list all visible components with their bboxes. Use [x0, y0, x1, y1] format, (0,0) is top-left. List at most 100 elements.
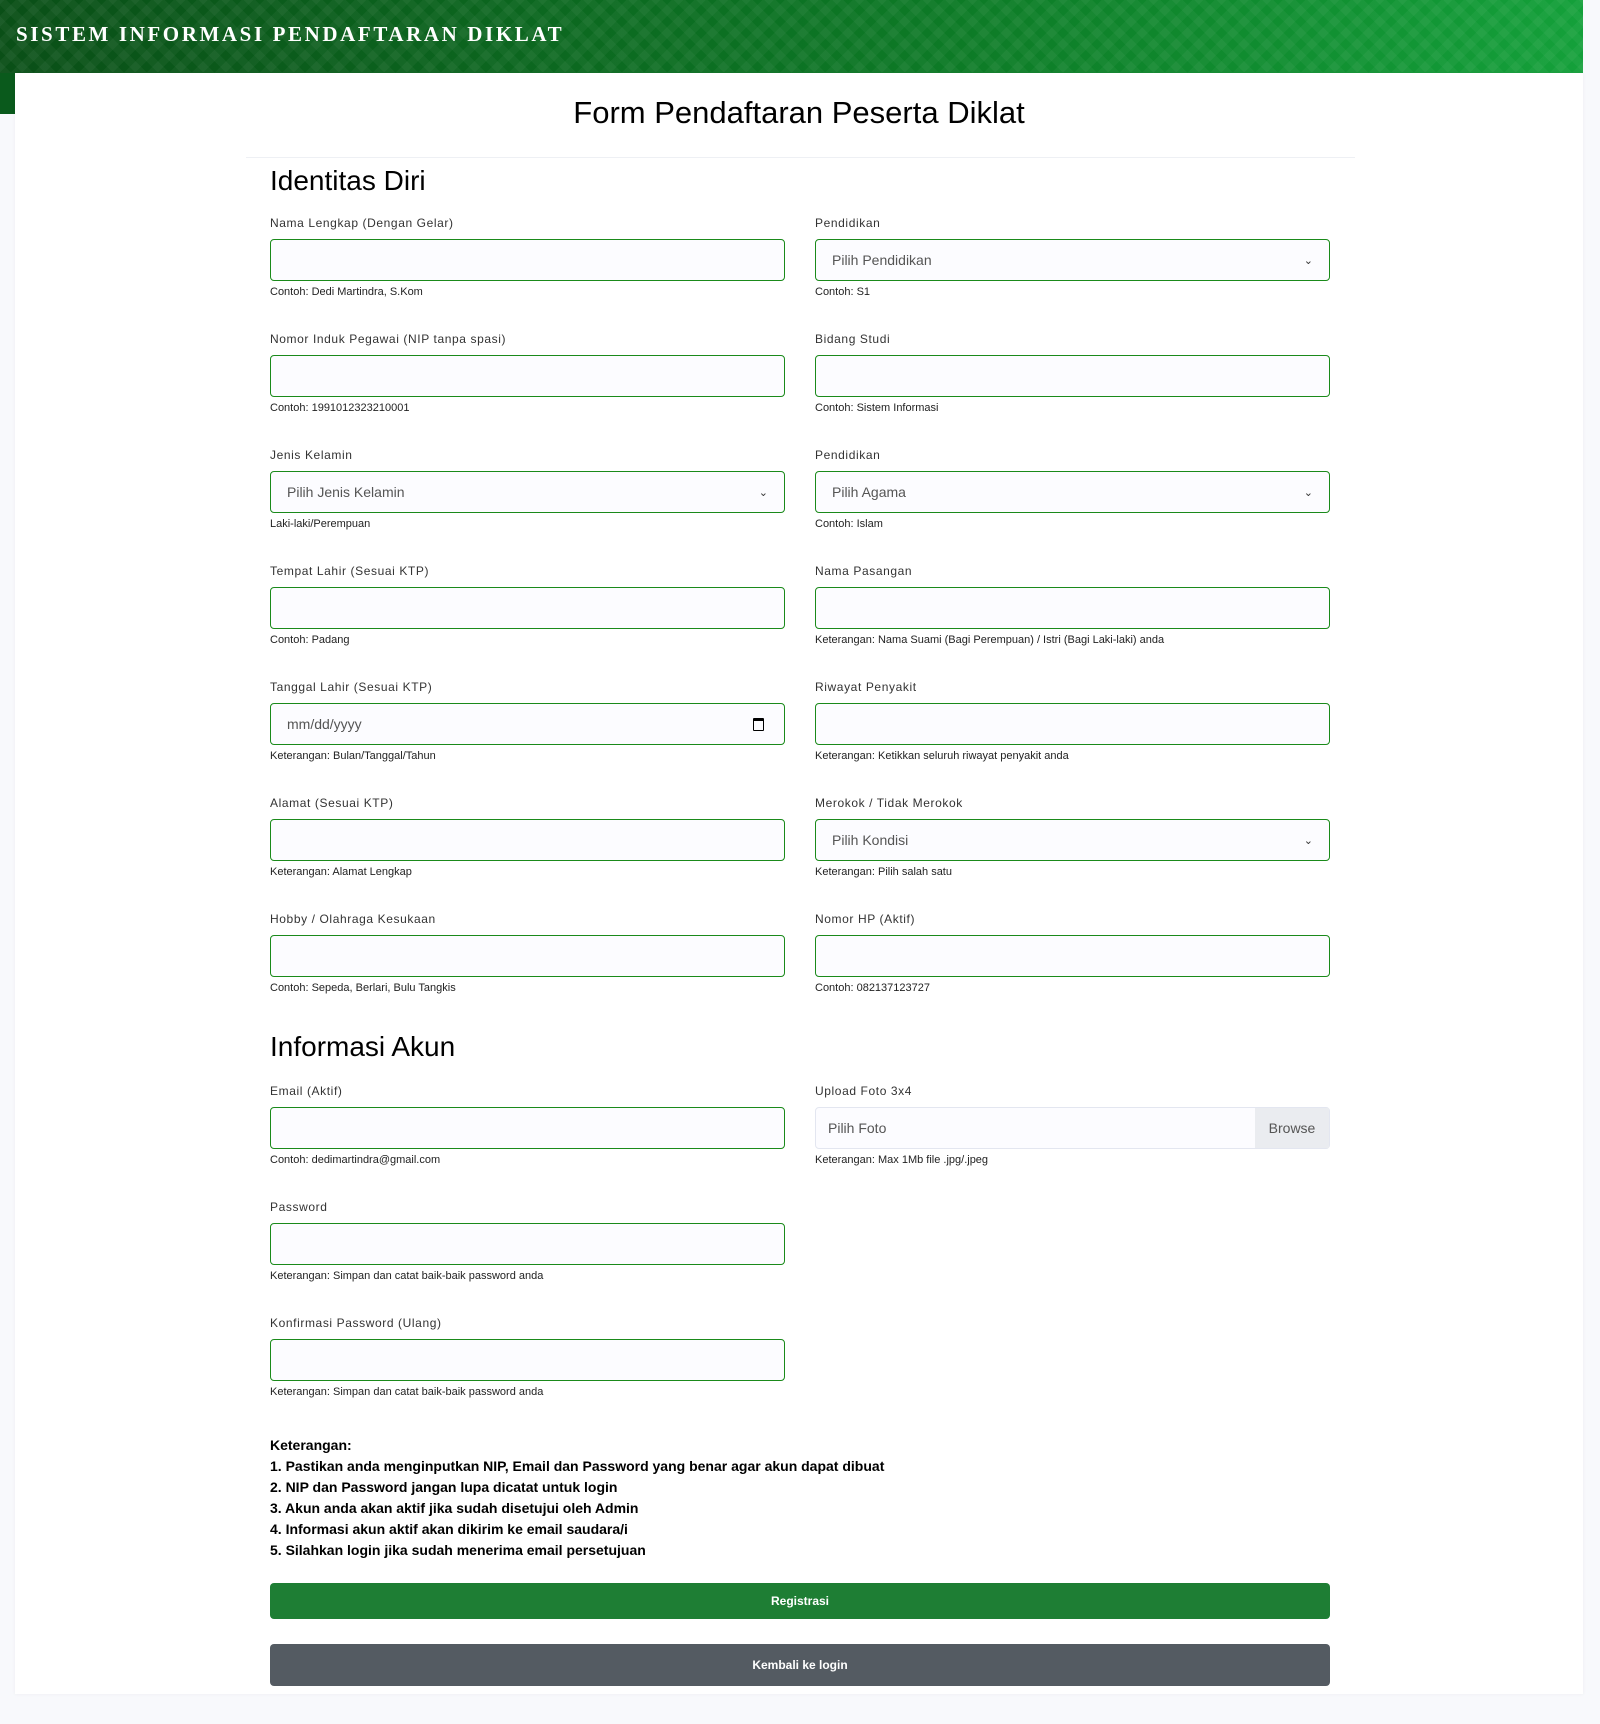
- text-input[interactable]: [270, 935, 785, 977]
- form-field-group: Pendidikan Pilih Pendidikan ⌄ Contoh: S1: [815, 215, 1330, 331]
- app-header: SISTEM INFORMASI PENDAFTARAN DIKLAT: [0, 0, 1583, 73]
- field-help: Contoh: Islam: [815, 518, 883, 530]
- upload-help: Keterangan: Max 1Mb file .jpg/.jpeg: [815, 1154, 989, 1166]
- field-label: Tempat Lahir (Sesuai KTP): [270, 564, 430, 578]
- text-input[interactable]: [815, 935, 1330, 977]
- notes-item: 1. Pastikan anda menginputkan NIP, Email…: [270, 1458, 885, 1474]
- field-label: Jenis Kelamin: [270, 448, 353, 462]
- confirm-password-help: Keterangan: Simpan dan catat baik-baik p…: [270, 1386, 544, 1398]
- notes-item: 3. Akun anda akan aktif jika sudah diset…: [270, 1500, 639, 1516]
- field-help: Keterangan: Ketikkan seluruh riwayat pen…: [815, 750, 1069, 762]
- field-help: Contoh: Sepeda, Berlari, Bulu Tangkis: [270, 982, 456, 994]
- field-label: Merokok / Tidak Merokok: [815, 796, 963, 810]
- select-placeholder: Pilih Kondisi: [832, 832, 909, 848]
- form-field-group: Jenis Kelamin Pilih Jenis Kelamin ⌄ Laki-la…: [270, 447, 785, 563]
- upload-field-group: Upload Foto 3x4 Pilih Foto Browse Ketera…: [815, 1083, 1330, 1199]
- form-field-group: Tempat Lahir (Sesuai KTP) Contoh: Padang: [270, 563, 785, 679]
- form-field-group: Bidang Studi Contoh: Sistem Informasi: [815, 331, 1330, 447]
- text-input[interactable]: [815, 355, 1330, 397]
- form-field-group: Hobby / Olahraga Kesukaan Contoh: Sepeda,…: [270, 911, 785, 1027]
- notes-title: Keterangan:: [270, 1437, 352, 1453]
- text-input[interactable]: [270, 819, 785, 861]
- date-placeholder: mm/dd/yyyy: [287, 716, 362, 732]
- field-help: Keterangan: Nama Suami (Bagi Perempuan) …: [815, 634, 1165, 646]
- confirm-password-label: Konfirmasi Password (Ulang): [270, 1316, 442, 1330]
- password-label: Password: [270, 1200, 328, 1214]
- field-help: Keterangan: Bulan/Tanggal/Tahun: [270, 750, 436, 762]
- field-help: Contoh: Sistem Informasi: [815, 402, 939, 414]
- notes-item: 5. Silahkan login jika sudah menerima em…: [270, 1542, 646, 1558]
- select-input[interactable]: Pilih Jenis Kelamin ⌄: [270, 471, 785, 513]
- form-field-group: Tanggal Lahir (Sesuai KTP) mm/dd/yyyy Kete…: [270, 679, 785, 795]
- field-label: Nomor HP (Aktif): [815, 912, 916, 926]
- select-input[interactable]: Pilih Kondisi ⌄: [815, 819, 1330, 861]
- register-button[interactable]: Registrasi: [270, 1583, 1330, 1619]
- form-field-group: Alamat (Sesuai KTP) Keterangan: Alamat Le…: [270, 795, 785, 911]
- identitas-grid: Nama Lengkap (Dengan Gelar) Contoh: Dedi …: [270, 215, 1330, 1027]
- field-help: Contoh: 082137123727: [815, 982, 930, 994]
- password-input[interactable]: [270, 1223, 785, 1265]
- form-field-group: Riwayat Penyakit Keterangan: Ketikkan sel…: [815, 679, 1330, 795]
- chevron-down-icon: ⌄: [758, 486, 768, 499]
- chevron-down-icon: ⌄: [1303, 254, 1313, 267]
- field-help: Keterangan: Alamat Lengkap: [270, 866, 412, 878]
- text-input[interactable]: [270, 239, 785, 281]
- calendar-icon[interactable]: [753, 717, 764, 731]
- notes-item: 4. Informasi akun aktif akan dikirim ke …: [270, 1521, 628, 1537]
- field-label: Nama Lengkap (Dengan Gelar): [270, 216, 454, 230]
- divider: [246, 157, 1355, 158]
- field-label: Hobby / Olahraga Kesukaan: [270, 912, 436, 926]
- form-field-group: Pendidikan Pilih Agama ⌄ Contoh: Islam: [815, 447, 1330, 563]
- field-label: Riwayat Penyakit: [815, 680, 917, 694]
- chevron-down-icon: ⌄: [1303, 486, 1313, 499]
- registration-card: Form Pendaftaran Peserta Diklat Identita…: [15, 73, 1583, 1694]
- confirm-password-input[interactable]: [270, 1339, 785, 1381]
- page-title: Form Pendaftaran Peserta Diklat: [573, 95, 1025, 130]
- field-label: Nama Pasangan: [815, 564, 913, 578]
- form-column: Identitas Diri Nama Lengkap (Dengan Gela…: [270, 160, 1330, 1686]
- password-help: Keterangan: Simpan dan catat baik-baik p…: [270, 1270, 544, 1282]
- section-akun-title: Informasi Akun: [270, 1031, 456, 1062]
- select-input[interactable]: Pilih Pendidikan ⌄: [815, 239, 1330, 281]
- field-help: Keterangan: Pilih salah satu: [815, 866, 952, 878]
- select-placeholder: Pilih Pendidikan: [832, 252, 932, 268]
- browse-button[interactable]: Browse: [1255, 1108, 1329, 1148]
- section-identitas-title: Identitas Diri: [270, 165, 426, 196]
- form-field-group: Nomor Induk Pegawai (NIP tanpa spasi) Con…: [270, 331, 785, 447]
- text-input[interactable]: [815, 587, 1330, 629]
- app-title: SISTEM INFORMASI PENDAFTARAN DIKLAT: [16, 22, 565, 46]
- form-field-group: Nama Lengkap (Dengan Gelar) Contoh: Dedi …: [270, 215, 785, 331]
- password-field-group: Password Keterangan: Simpan dan catat ba…: [270, 1199, 785, 1315]
- field-help: Contoh: Padang: [270, 634, 350, 646]
- header-strip: [0, 73, 15, 114]
- form-field-group: Nama Pasangan Keterangan: Nama Suami (Bag…: [815, 563, 1330, 679]
- upload-placeholder: Pilih Foto: [828, 1120, 887, 1136]
- date-input[interactable]: mm/dd/yyyy: [270, 703, 785, 745]
- field-label: Pendidikan: [815, 448, 881, 462]
- notes: Keterangan: 1. Pastikan anda menginputka…: [270, 1435, 1330, 1561]
- field-label: Bidang Studi: [815, 332, 891, 346]
- notes-item: 2. NIP dan Password jangan lupa dicatat …: [270, 1479, 618, 1495]
- field-label: Tanggal Lahir (Sesuai KTP): [270, 680, 433, 694]
- form-field-group: Nomor HP (Aktif) Contoh: 082137123727: [815, 911, 1330, 1027]
- email-input[interactable]: [270, 1107, 785, 1149]
- field-label: Alamat (Sesuai KTP): [270, 796, 394, 810]
- text-input[interactable]: [270, 587, 785, 629]
- text-input[interactable]: [815, 703, 1330, 745]
- field-help: Laki-laki/Perempuan: [270, 518, 371, 530]
- select-input[interactable]: Pilih Agama ⌄: [815, 471, 1330, 513]
- field-help: Contoh: S1: [815, 286, 871, 298]
- field-label: Pendidikan: [815, 216, 881, 230]
- email-label: Email (Aktif): [270, 1084, 343, 1098]
- form-field-group: Merokok / Tidak Merokok Pilih Kondisi ⌄ Ket…: [815, 795, 1330, 911]
- select-placeholder: Pilih Agama: [832, 484, 906, 500]
- select-placeholder: Pilih Jenis Kelamin: [287, 484, 405, 500]
- text-input[interactable]: [270, 355, 785, 397]
- confirm-password-field-group: Konfirmasi Password (Ulang) Keterangan: …: [270, 1315, 785, 1431]
- upload-label: Upload Foto 3x4: [815, 1084, 913, 1098]
- back-to-login-button[interactable]: Kembali ke login: [270, 1644, 1330, 1686]
- email-help: Contoh: dedimartindra@gmail.com: [270, 1154, 441, 1166]
- akun-grid: Email (Aktif) Contoh: dedimartindra@gmai…: [270, 1083, 1330, 1431]
- photo-upload-input[interactable]: Pilih Foto Browse: [815, 1107, 1330, 1149]
- field-label: Nomor Induk Pegawai (NIP tanpa spasi): [270, 332, 507, 346]
